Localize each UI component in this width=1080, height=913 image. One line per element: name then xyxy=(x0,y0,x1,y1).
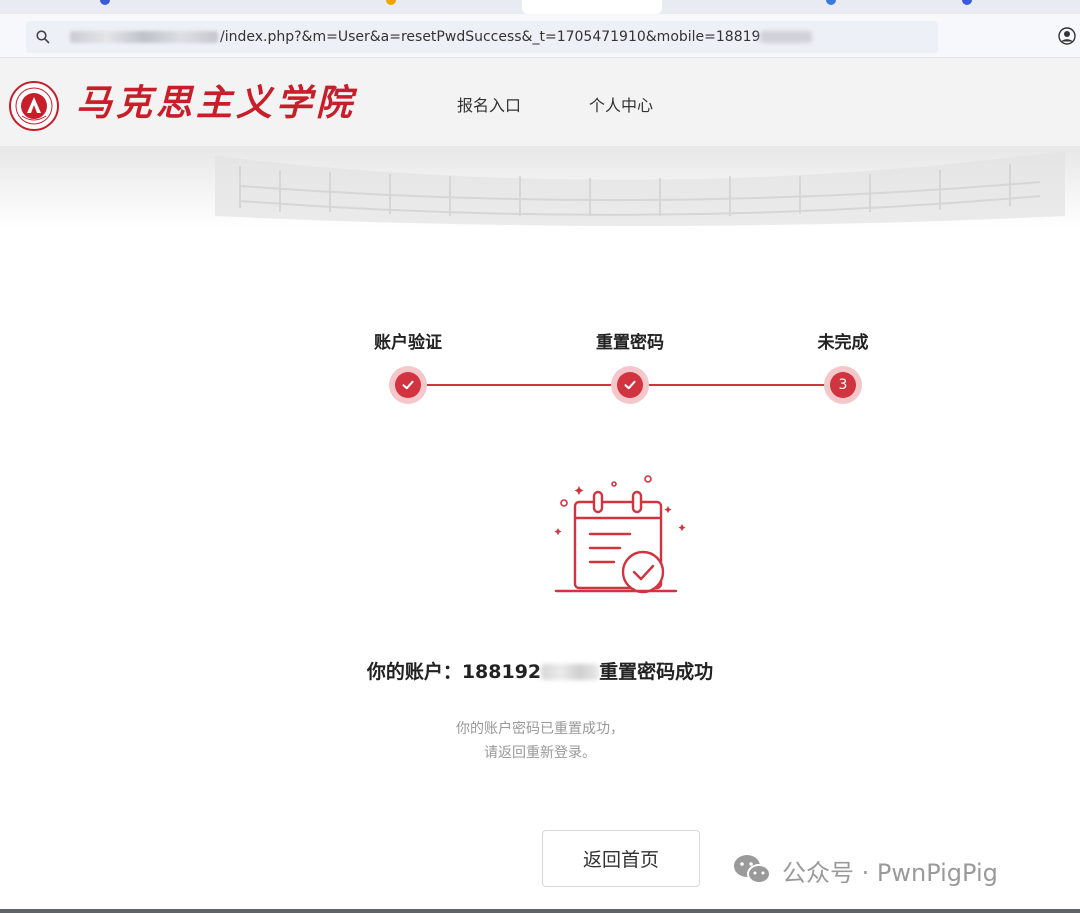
step-3-indicator: 3 xyxy=(824,366,862,404)
address-host-redacted xyxy=(70,31,218,43)
account-redacted xyxy=(541,664,600,680)
result-title-suffix: 重置密码成功 xyxy=(599,661,714,683)
decorative-banner xyxy=(0,146,1080,228)
step-label-reset-password: 重置密码 xyxy=(596,333,664,353)
address-bar[interactable]: /index.php?&m=User&a=resetPwdSuccess&_t=… xyxy=(26,21,938,53)
step-2-indicator xyxy=(611,366,649,404)
nav-personal-center[interactable]: 个人中心 xyxy=(589,92,653,116)
step-label-incomplete: 未完成 xyxy=(817,333,869,353)
address-tail-redacted xyxy=(760,31,813,43)
profile-icon[interactable] xyxy=(1058,27,1076,45)
check-icon xyxy=(624,380,636,390)
result-desc-line2: 请返回重新登录。 xyxy=(484,745,596,761)
logo-text[interactable]: 马克思主义学院 xyxy=(76,78,356,128)
watermark: 公众号 · PwnPigPig xyxy=(732,850,998,890)
tab-favicon[interactable] xyxy=(962,0,972,5)
browser-toolbar: /index.php?&m=User&a=resetPwdSuccess&_t=… xyxy=(0,14,1080,58)
back-home-button[interactable]: 返回首页 xyxy=(542,830,700,887)
tab-favicon[interactable] xyxy=(386,0,396,5)
step-connector xyxy=(427,384,611,386)
result-desc-line1: 你的账户密码已重置成功， xyxy=(456,721,624,737)
result-account: 188192 xyxy=(461,661,542,683)
calendar-success-icon xyxy=(554,475,686,594)
site-header: 马克思主义学院 报名入口 个人中心 xyxy=(0,58,1080,146)
bottom-taskbar-edge xyxy=(0,909,1080,913)
step-connector xyxy=(649,384,826,386)
browser-tab-strip xyxy=(0,0,1080,14)
step-1-indicator xyxy=(389,366,427,404)
search-icon xyxy=(36,30,50,44)
watermark-text: 公众号 · PwnPigPig xyxy=(782,858,998,887)
banner-texture xyxy=(0,146,1080,228)
nav-signup[interactable]: 报名入口 xyxy=(457,92,521,116)
tab-favicon[interactable] xyxy=(826,0,836,5)
result-title: 你的账户：188192 重置密码成功 xyxy=(0,657,1080,684)
check-icon xyxy=(402,380,414,390)
tab-favicon[interactable] xyxy=(100,0,110,5)
address-url-text: /index.php?&m=User&a=resetPwdSuccess&_t=… xyxy=(220,29,761,45)
browser-active-tab[interactable] xyxy=(522,0,662,14)
wechat-icon xyxy=(734,855,771,884)
step-label-account-verify: 账户验证 xyxy=(374,333,442,353)
result-title-prefix: 你的账户： xyxy=(366,661,462,683)
step-3-number: 3 xyxy=(830,372,856,398)
logo-seal-icon[interactable] xyxy=(8,80,60,132)
